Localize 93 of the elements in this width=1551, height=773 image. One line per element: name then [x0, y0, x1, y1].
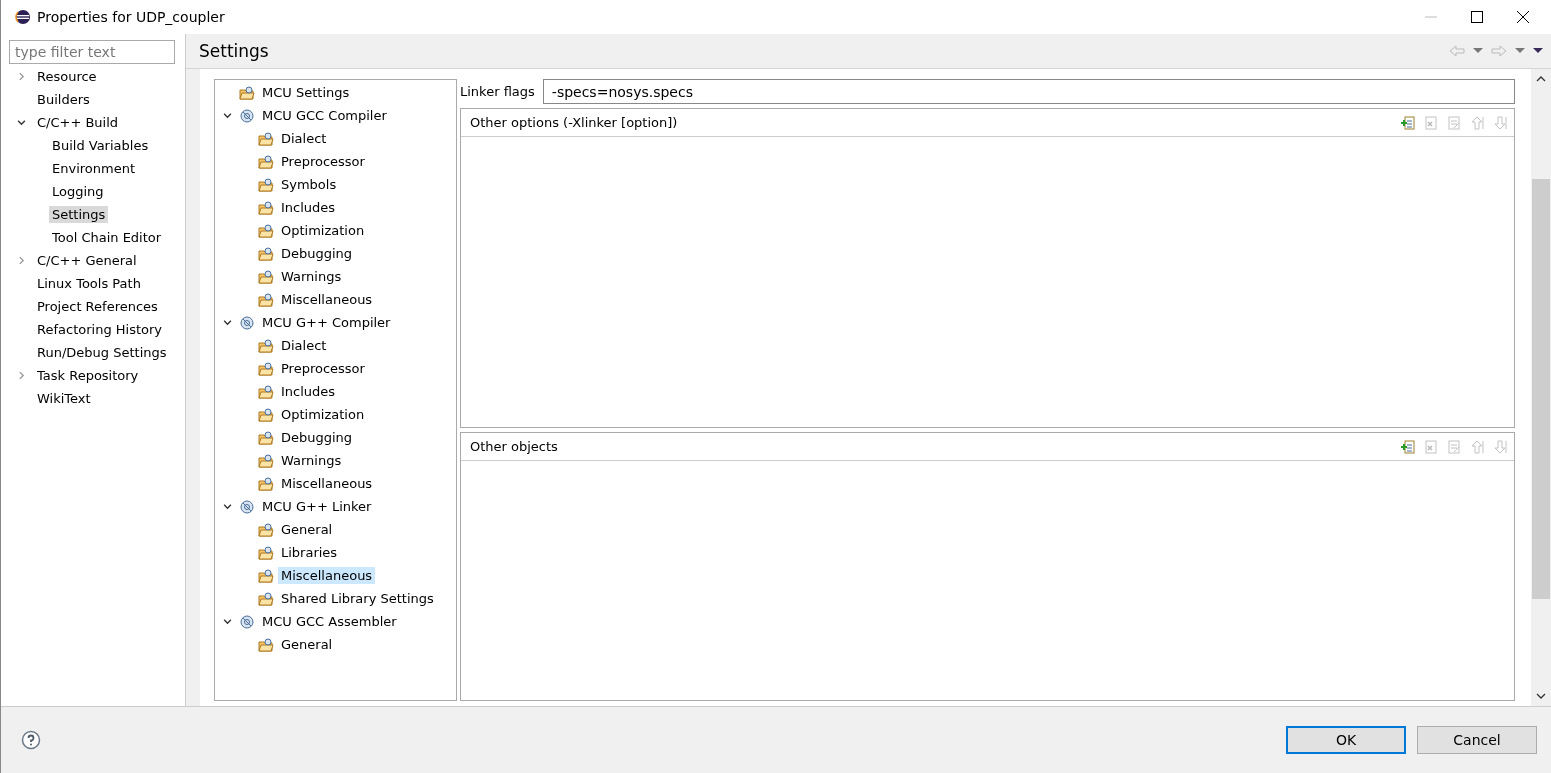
tree-item[interactable]: MCU G++ Linker — [259, 498, 375, 515]
tree-item[interactable]: Libraries — [278, 544, 341, 561]
folder-icon — [258, 153, 274, 170]
add-icon[interactable] — [1400, 114, 1416, 131]
nav-item[interactable]: Resource — [34, 68, 100, 85]
tree-item[interactable]: Miscellaneous — [278, 291, 376, 308]
tree-item[interactable]: Warnings — [278, 452, 345, 469]
folder-icon — [258, 245, 274, 262]
list-title: Other objects — [470, 439, 558, 454]
folder-icon — [239, 84, 255, 101]
back-arrow-icon[interactable] — [1449, 45, 1465, 57]
nav-item[interactable]: Tool Chain Editor — [49, 229, 165, 246]
nav-item[interactable]: Refactoring History — [34, 321, 166, 338]
list-title: Other options (-Xlinker [option]) — [470, 115, 678, 130]
folder-icon — [258, 429, 274, 446]
folder-icon — [258, 130, 274, 147]
expanded-chevron-icon[interactable] — [222, 617, 232, 626]
cancel-button[interactable]: Cancel — [1417, 726, 1537, 754]
collapsed-chevron-icon[interactable] — [17, 72, 26, 81]
page-title: Settings — [199, 41, 269, 61]
folder-icon — [258, 360, 274, 377]
linker-flags-field[interactable]: -specs=nosys.specs — [542, 79, 1515, 104]
tree-item[interactable]: Preprocessor — [278, 153, 368, 170]
nav-item[interactable]: Environment — [49, 160, 138, 177]
folder-icon — [258, 636, 274, 653]
nav-item[interactable]: Run/Debug Settings — [34, 344, 170, 361]
tree-item[interactable]: General — [278, 636, 336, 653]
nav-item[interactable]: Logging — [49, 183, 107, 200]
tree-item[interactable]: Debugging — [278, 245, 356, 262]
expanded-chevron-icon[interactable] — [17, 118, 26, 127]
scrollbar[interactable] — [1531, 69, 1551, 706]
help-icon[interactable] — [21, 730, 41, 750]
tree-item[interactable]: Includes — [278, 383, 339, 400]
nav-item[interactable]: C/C++ General — [34, 252, 140, 269]
expanded-chevron-icon[interactable] — [222, 111, 232, 120]
view-menu-icon[interactable] — [1533, 48, 1543, 54]
nav-item[interactable]: Task Repository — [34, 367, 142, 384]
tree-item[interactable]: Warnings — [278, 268, 345, 285]
tree-item[interactable]: MCU GCC Assembler — [259, 613, 400, 630]
field-label: Linker flags — [460, 84, 535, 99]
tree-item[interactable]: Miscellaneous — [278, 567, 376, 584]
tree-item[interactable]: Shared Library Settings — [278, 590, 437, 607]
scroll-down-icon[interactable] — [1536, 693, 1546, 699]
tree-item[interactable]: Optimization — [278, 222, 368, 239]
scroll-thumb[interactable] — [1532, 179, 1550, 599]
dropdown-icon[interactable] — [1473, 48, 1483, 54]
folder-icon — [258, 521, 274, 538]
tree-item[interactable]: Includes — [278, 199, 339, 216]
nav-item[interactable]: Builders — [34, 91, 93, 108]
close-icon[interactable] — [1517, 11, 1529, 23]
folder-icon — [258, 222, 274, 239]
dropdown-icon[interactable] — [1515, 48, 1525, 54]
add-icon[interactable] — [1400, 438, 1416, 455]
nav-item[interactable]: Settings — [49, 206, 109, 223]
folder-icon — [258, 590, 274, 607]
folder-icon — [258, 176, 274, 193]
window-title: Properties for UDP_coupler — [37, 9, 225, 25]
nav-item[interactable]: Linux Tools Path — [34, 275, 144, 292]
tree-item[interactable]: Preprocessor — [278, 360, 368, 377]
tree-item[interactable]: Dialect — [278, 130, 330, 147]
nav-item[interactable]: Build Variables — [49, 137, 152, 154]
tree-item[interactable]: MCU GCC Compiler — [259, 107, 390, 124]
folder-icon — [258, 199, 274, 216]
scroll-up-icon[interactable] — [1536, 76, 1546, 82]
folder-icon — [258, 383, 274, 400]
tree-item[interactable]: General — [278, 521, 336, 538]
nav-item[interactable]: WikiText — [34, 390, 94, 407]
filter-field[interactable]: type filter text — [9, 40, 175, 64]
folder-icon — [258, 475, 274, 492]
expanded-chevron-icon[interactable] — [222, 318, 232, 327]
ok-button[interactable]: OK — [1286, 726, 1406, 754]
tree-item[interactable]: MCU G++ Compiler — [259, 314, 394, 331]
folder-icon — [258, 544, 274, 561]
nav-item[interactable]: Project References — [34, 298, 161, 315]
folder-icon — [258, 337, 274, 354]
folder-icon — [258, 567, 274, 584]
forward-arrow-icon[interactable] — [1491, 45, 1507, 57]
folder-icon — [258, 291, 274, 308]
tree-item[interactable]: Optimization — [278, 406, 368, 423]
folder-icon — [258, 406, 274, 423]
tree-item[interactable]: Miscellaneous — [278, 475, 376, 492]
maximize-icon[interactable] — [1471, 11, 1483, 23]
tree-item[interactable]: Debugging — [278, 429, 356, 446]
collapsed-chevron-icon[interactable] — [17, 371, 26, 380]
tree-item[interactable]: MCU Settings — [259, 84, 353, 101]
tree-item[interactable]: Symbols — [278, 176, 340, 193]
folder-icon — [258, 268, 274, 285]
collapsed-chevron-icon[interactable] — [17, 256, 26, 265]
app-logo-icon — [15, 9, 31, 25]
nav-item[interactable]: C/C++ Build — [34, 114, 122, 131]
tree-item[interactable]: Dialect — [278, 337, 330, 354]
folder-icon — [258, 452, 274, 469]
expanded-chevron-icon[interactable] — [222, 502, 232, 511]
